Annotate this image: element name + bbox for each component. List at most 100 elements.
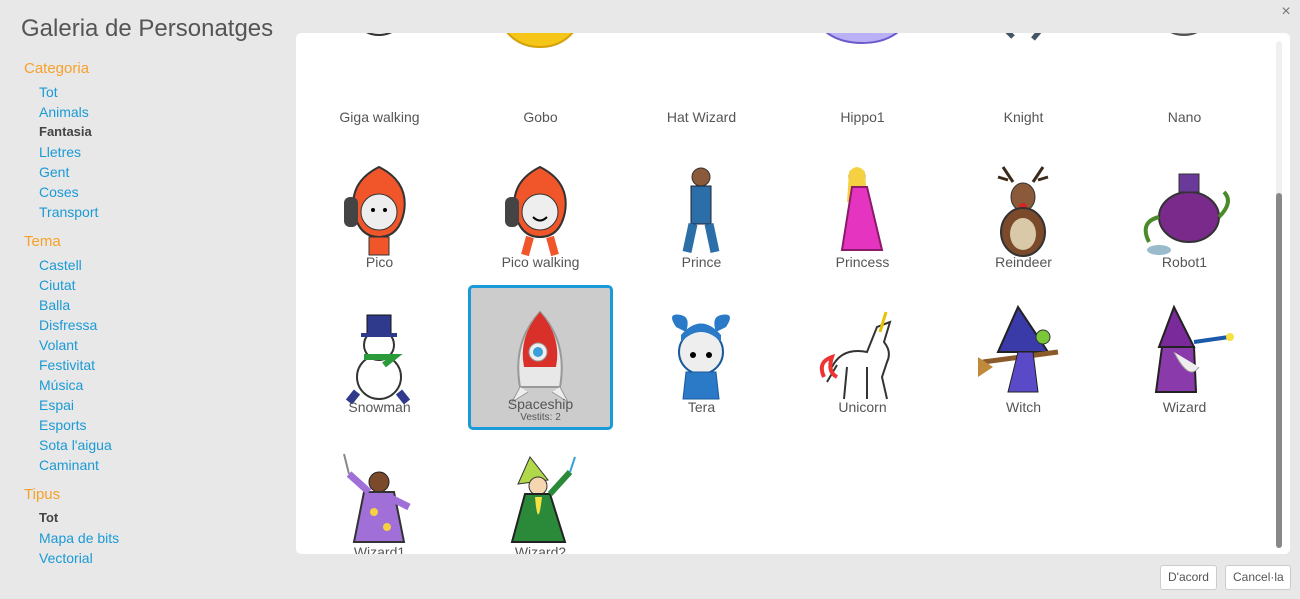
sprite-name: Hippo1 bbox=[840, 109, 885, 125]
sprite-name: Pico walking bbox=[501, 254, 580, 270]
sidebar-item[interactable]: Castell bbox=[39, 255, 284, 275]
sprite-tile[interactable]: Unicorn bbox=[790, 285, 935, 430]
spaceship-icon bbox=[490, 307, 590, 407]
sidebar-item[interactable]: Mapa de bits bbox=[39, 528, 284, 548]
sidebar-item[interactable]: Sota l'aigua bbox=[39, 435, 284, 455]
sprite-grid: Giga walking Gobo Hat Wizard Hippo1 Knight Na… bbox=[307, 33, 1273, 554]
wizard1-icon bbox=[329, 452, 429, 552]
sprite-tile[interactable]: Gobo bbox=[468, 33, 613, 140]
sprite-name: Wizard bbox=[1162, 399, 1207, 415]
witch-icon bbox=[973, 304, 1073, 407]
sidebar-item[interactable]: Vectorial bbox=[39, 548, 284, 568]
sidebar-item[interactable]: Disfressa bbox=[39, 315, 284, 335]
sidebar-item[interactable]: Balla bbox=[39, 295, 284, 315]
sprite-tile[interactable]: Pico walking bbox=[468, 140, 613, 285]
reindeer-icon bbox=[973, 162, 1073, 262]
sidebar-item[interactable]: Festivitat bbox=[39, 355, 284, 375]
gobo-icon bbox=[490, 33, 590, 117]
sprite-name: Knight bbox=[1003, 109, 1044, 125]
sprite-tile[interactable]: Witch bbox=[951, 285, 1096, 430]
sidebar-heading: Categoria bbox=[24, 60, 90, 77]
sidebar-heading: Tema bbox=[24, 233, 61, 250]
sidebar-item[interactable]: Transport bbox=[39, 202, 284, 222]
ok-button[interactable]: D'acord bbox=[1160, 565, 1217, 590]
sidebar-list: Castell Ciutat Balla Disfressa Volant Festivi… bbox=[39, 255, 284, 475]
scrollbar-thumb[interactable] bbox=[1276, 193, 1282, 548]
sidebar-list: Tot Animals Fantasia Lletres Gent Coses Transp… bbox=[39, 82, 284, 222]
sidebar: Categoria Tot Animals Fantasia Lletres Gent Co… bbox=[24, 60, 284, 579]
princess-icon bbox=[812, 162, 912, 262]
robot-icon bbox=[1134, 162, 1234, 262]
sprite-name: Unicorn bbox=[838, 399, 887, 415]
sidebar-item[interactable]: Espai bbox=[39, 395, 284, 415]
knight-icon bbox=[973, 33, 1073, 117]
sprite-name: Wizard1 bbox=[353, 544, 406, 554]
sprite-tile[interactable]: Princess bbox=[790, 140, 935, 285]
sprite-library-panel: Giga walking Gobo Hat Wizard Hippo1 Knight Na… bbox=[296, 33, 1290, 554]
pico-walking-icon bbox=[490, 162, 590, 262]
sprite-name: Hat Wizard bbox=[666, 109, 737, 125]
sprite-name: Witch bbox=[1006, 399, 1041, 415]
sidebar-group: Tema Castell Ciutat Balla Disfressa Volant Fes… bbox=[24, 233, 284, 475]
sprite-name: Princess bbox=[835, 254, 890, 270]
scrollbar[interactable] bbox=[1276, 41, 1282, 548]
sprite-tile[interactable]: Reindeer bbox=[951, 140, 1096, 285]
sprite-tile[interactable]: Nano bbox=[1112, 33, 1257, 140]
sidebar-list: Tot Mapa de bits Vectorial bbox=[39, 508, 284, 568]
sprite-tile[interactable]: Snowman bbox=[307, 285, 452, 430]
hippo-icon bbox=[812, 33, 912, 117]
sprite-name: Robot1 bbox=[1161, 254, 1208, 270]
sidebar-item[interactable]: Animals bbox=[39, 102, 284, 122]
sprite-tile[interactable]: Giga walking bbox=[307, 33, 452, 140]
sprite-name: Wizard2 bbox=[514, 544, 567, 554]
sidebar-item[interactable]: Tot bbox=[39, 82, 284, 102]
sidebar-item[interactable]: Música bbox=[39, 375, 284, 395]
sprite-name: Nano bbox=[1167, 109, 1202, 125]
sprite-tile[interactable]: Prince bbox=[629, 140, 774, 285]
close-button[interactable]: × bbox=[1278, 4, 1294, 20]
sprite-name: Gobo bbox=[523, 109, 558, 125]
sidebar-group: Tipus Tot Mapa de bits Vectorial bbox=[24, 486, 284, 568]
sidebar-item[interactable]: Coses bbox=[39, 182, 284, 202]
sidebar-item[interactable]: Volant bbox=[39, 335, 284, 355]
sidebar-group: Categoria Tot Animals Fantasia Lletres Gent Co… bbox=[24, 60, 284, 222]
pico-icon bbox=[329, 162, 429, 262]
unicorn-icon bbox=[812, 307, 912, 407]
cancel-button[interactable]: Cancel·la bbox=[1225, 565, 1291, 590]
sidebar-item[interactable]: Gent bbox=[39, 162, 284, 182]
sprite-name: Giga walking bbox=[339, 109, 420, 125]
sidebar-heading: Tipus bbox=[24, 486, 61, 503]
prince-icon bbox=[651, 162, 751, 262]
sprite-name: Pico bbox=[365, 254, 394, 270]
costume-count: Vestits: 2 bbox=[520, 412, 561, 423]
sprite-name: Spaceship bbox=[507, 396, 574, 412]
sprite-name: Tera bbox=[687, 399, 716, 415]
sprite-tile[interactable]: Wizard1 bbox=[307, 430, 452, 554]
sprite-name: Snowman bbox=[348, 399, 411, 415]
nano-icon bbox=[1134, 33, 1234, 117]
wizard2-icon bbox=[490, 452, 590, 552]
sprite-name: Prince bbox=[681, 254, 722, 270]
snowman-icon bbox=[329, 307, 429, 407]
sprite-tile[interactable]: Wizard bbox=[1112, 285, 1257, 430]
sprite-tile[interactable]: Wizard2 bbox=[468, 430, 613, 554]
sprite-tile[interactable]: Pico bbox=[307, 140, 452, 285]
sidebar-item[interactable]: Caminant bbox=[39, 455, 284, 475]
sprite-tile[interactable]: Tera bbox=[629, 285, 774, 430]
sidebar-item[interactable]: Fantasia bbox=[39, 122, 284, 142]
sidebar-item[interactable]: Lletres bbox=[39, 142, 284, 162]
sidebar-item[interactable]: Tot bbox=[39, 508, 284, 528]
wizard-icon bbox=[1134, 304, 1234, 407]
giga-walking-icon bbox=[329, 33, 429, 117]
sprite-tile[interactable]: Hat Wizard bbox=[629, 33, 774, 140]
sidebar-item[interactable]: Ciutat bbox=[39, 275, 284, 295]
sprite-tile[interactable]: Knight bbox=[951, 33, 1096, 140]
sprite-tile[interactable]: Hippo1 bbox=[790, 33, 935, 140]
dialog-title: Galeria de Personatges bbox=[21, 15, 274, 42]
tera-icon bbox=[651, 307, 751, 407]
sprite-tile[interactable]: Robot1 bbox=[1112, 140, 1257, 285]
sprite-name: Reindeer bbox=[995, 254, 1052, 270]
sprite-tile[interactable]: Spaceship Vestits: 2 bbox=[468, 285, 613, 430]
sidebar-item[interactable]: Esports bbox=[39, 415, 284, 435]
hat-wizard-icon bbox=[651, 33, 751, 117]
